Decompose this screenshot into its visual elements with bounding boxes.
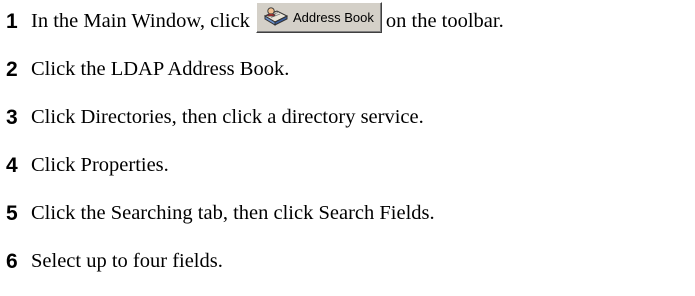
step-4: 4 Click Properties. bbox=[6, 148, 169, 182]
step-text: Click Directories, then click a director… bbox=[31, 105, 424, 128]
step-2: 2 Click the LDAP Address Book. bbox=[6, 52, 289, 86]
step-text-after: on the toolbar. bbox=[385, 9, 504, 32]
step-number: 3 bbox=[6, 105, 18, 129]
step-1: 1 In the Main Window, click Address Book… bbox=[6, 1, 504, 38]
step-5: 5 Click the Searching tab, then click Se… bbox=[6, 196, 435, 230]
address-book-icon bbox=[263, 7, 289, 26]
step-text: Select up to four fields. bbox=[31, 249, 223, 272]
step-6: 6 Select up to four fields. bbox=[6, 244, 223, 278]
address-book-label: Address Book bbox=[292, 9, 374, 25]
step-number: 4 bbox=[6, 153, 18, 177]
step-text: Click the LDAP Address Book. bbox=[31, 57, 290, 80]
step-text: Click the Searching tab, then click Sear… bbox=[31, 201, 435, 224]
step-number: 2 bbox=[6, 57, 18, 81]
step-3: 3 Click Directories, then click a direct… bbox=[6, 100, 424, 134]
address-book-button[interactable]: Address Book bbox=[255, 1, 382, 33]
step-number: 6 bbox=[6, 249, 18, 273]
step-number: 1 bbox=[6, 9, 18, 33]
step-number: 5 bbox=[6, 201, 18, 225]
step-text: Click Properties. bbox=[31, 153, 169, 176]
step-text-before: In the Main Window, click bbox=[31, 9, 250, 32]
